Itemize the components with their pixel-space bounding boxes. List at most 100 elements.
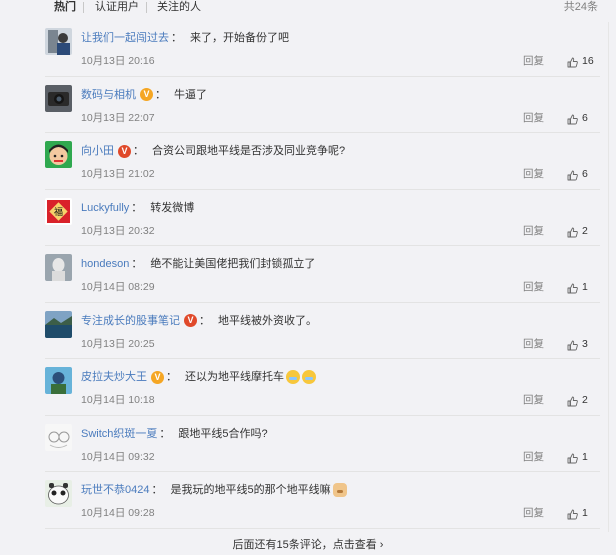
verified-badge-icon [118,144,131,158]
like-count[interactable]: 1 [582,281,588,294]
reply-button[interactable]: 回复 [523,55,544,68]
like-count[interactable]: 6 [582,168,588,181]
tab-divider [83,2,84,13]
verified-badge-icon [151,370,164,384]
like-count[interactable]: 16 [582,55,594,68]
comment-text: 牛逼了 [174,88,207,101]
comment-line: 让我们一起闯过去： 来了，开始备份了吧 [81,31,289,45]
comment-text: 跟地平线5合作吗? [178,427,268,440]
avatar[interactable] [45,254,72,281]
thumbs-up-icon[interactable] [567,281,578,294]
comment-text: 合资公司跟地平线是否涉及同业竞争呢? [152,145,346,157]
username-link[interactable]: 让我们一起闯过去 [81,31,169,45]
separator: ： [199,314,210,327]
comment-text: 地平线被外资收了。 [218,314,317,327]
comment-time: 10月13日 20:32 [81,224,155,237]
comment-time: 10月13日 20:16 [81,55,155,67]
comment-text: 来了，开始备份了吧 [190,32,289,44]
laugh-cry-emoji-icon [286,370,300,384]
tab-hot[interactable]: 热门 [54,0,76,14]
comment-line: Switch织斑一夏： 跟地平线5合作吗? [81,427,268,441]
laugh-cry-emoji-icon [302,370,316,384]
thumbs-up-icon[interactable] [567,394,578,407]
reply-button[interactable]: 回复 [523,168,544,181]
separator: ： [131,258,143,270]
username-link[interactable]: 专注成长的股事笔记 [81,314,180,328]
like-count[interactable]: 2 [582,394,588,407]
comment-item: 让我们一起闯过去： 来了，开始备份了吧 10月13日 20:16 回复 16 [45,20,600,77]
separator: ： [151,484,163,496]
comment-line: hondeson： 绝不能让美国佬把我们封锁孤立了 [81,257,315,271]
separator: ： [155,88,166,101]
comment-line: 皮拉夫炒大王 ： 还以为地平线摩托车 [81,370,316,384]
verified-badge-icon [140,88,153,101]
like-count[interactable]: 1 [582,451,588,464]
separator: ： [166,371,177,383]
comment-item: hondeson： 绝不能让美国佬把我们封锁孤立了 10月14日 08:29 回复 1 [45,246,600,303]
comment-text: 绝不能让美国佬把我们封锁孤立了 [150,258,316,270]
avatar[interactable]: 福 [45,197,72,225]
comment-item: 向小田 ： 合资公司跟地平线是否涉及同业竞争呢? 10月13日 21:02 回复 6 [45,133,600,190]
comment-item: 数码与相机 ： 牛逼了 10月13日 22:07 回复 6 [45,77,600,133]
thumbs-up-icon[interactable] [567,225,578,237]
thumbs-up-icon[interactable] [567,451,578,463]
reply-button[interactable]: 回复 [523,507,544,520]
username-link[interactable]: 数码与相机 [81,88,136,102]
divider [608,22,609,532]
comment-time: 10月13日 21:02 [81,168,155,180]
comment-list: 让我们一起闯过去：来了，开始备份了吧10月13日 20:16回复16数码与相机：… [45,20,600,529]
username-link[interactable]: Luckyfully [81,201,129,215]
comment-time: 10月14日 08:29 [81,281,155,293]
like-count[interactable]: 1 [582,507,588,520]
avatar[interactable] [45,141,72,168]
reply-button[interactable]: 回复 [523,338,544,351]
thumbs-up-icon[interactable] [567,112,578,124]
separator: ： [159,427,171,440]
comment-filter-tabs: 热门 认证用户 关注的人 共24条 [0,0,616,18]
username-link[interactable]: 向小田 [81,144,114,158]
thumbs-up-icon[interactable] [567,168,578,181]
username-link[interactable]: 玩世不恭0424 [81,483,149,497]
avatar[interactable] [45,480,72,507]
more-comments-link[interactable]: 后面还有15条评论，点击查看 › [0,538,616,552]
comment-total: 共24条 [563,1,598,13]
svg-text:福: 福 [54,206,63,218]
reply-button[interactable]: 回复 [523,394,544,407]
thumbs-up-icon[interactable] [567,507,578,520]
comment-item: 皮拉夫炒大王 ： 还以为地平线摩托车 10月14日 10:18 回复 2 [45,359,600,416]
avatar[interactable] [45,310,72,338]
comment-line: 专注成长的股事笔记 ： 地平线被外资收了。 [81,314,317,328]
comment-item: 玩世不恭0424： 是我玩的地平线5的那个地平线嘛 10月14日 09:28 回复 1 [45,472,600,529]
comment-text: 转发微博 [150,201,195,214]
comment-time: 10月13日 20:25 [81,337,155,350]
separator: ： [171,32,182,44]
comment-item: 福 Luckyfully： 转发微博 10月13日 20:32 回复 2 [45,190,600,246]
avatar[interactable] [45,84,72,112]
reply-button[interactable]: 回复 [523,451,544,464]
cat-emoji-icon [332,483,347,497]
avatar[interactable] [45,367,72,394]
tab-following[interactable]: 关注的人 [157,0,201,14]
thumbs-up-icon[interactable] [567,55,578,68]
avatar[interactable] [45,28,72,55]
comment-text: 是我玩的地平线5的那个地平线嘛 [170,484,331,496]
comment-line: 数码与相机 ： 牛逼了 [81,88,207,102]
comment-time: 10月14日 09:32 [81,450,155,463]
like-count[interactable]: 2 [582,225,588,238]
reply-button[interactable]: 回复 [523,281,544,294]
username-link[interactable]: Switch织斑一夏 [81,427,157,441]
verified-badge-icon [184,314,197,327]
like-count[interactable]: 3 [582,338,588,351]
avatar[interactable] [45,423,72,451]
comment-time: 10月14日 10:18 [81,394,155,406]
tab-verified-users[interactable]: 认证用户 [95,0,139,14]
username-link[interactable]: hondeson [81,257,129,271]
thumbs-up-icon[interactable] [567,338,578,350]
reply-button[interactable]: 回复 [523,225,544,238]
comment-time: 10月14日 09:28 [81,507,155,519]
username-link[interactable]: 皮拉夫炒大王 [81,370,147,384]
like-count[interactable]: 6 [582,112,588,125]
separator: ： [133,145,144,157]
reply-button[interactable]: 回复 [523,112,544,125]
tab-divider [146,2,147,13]
